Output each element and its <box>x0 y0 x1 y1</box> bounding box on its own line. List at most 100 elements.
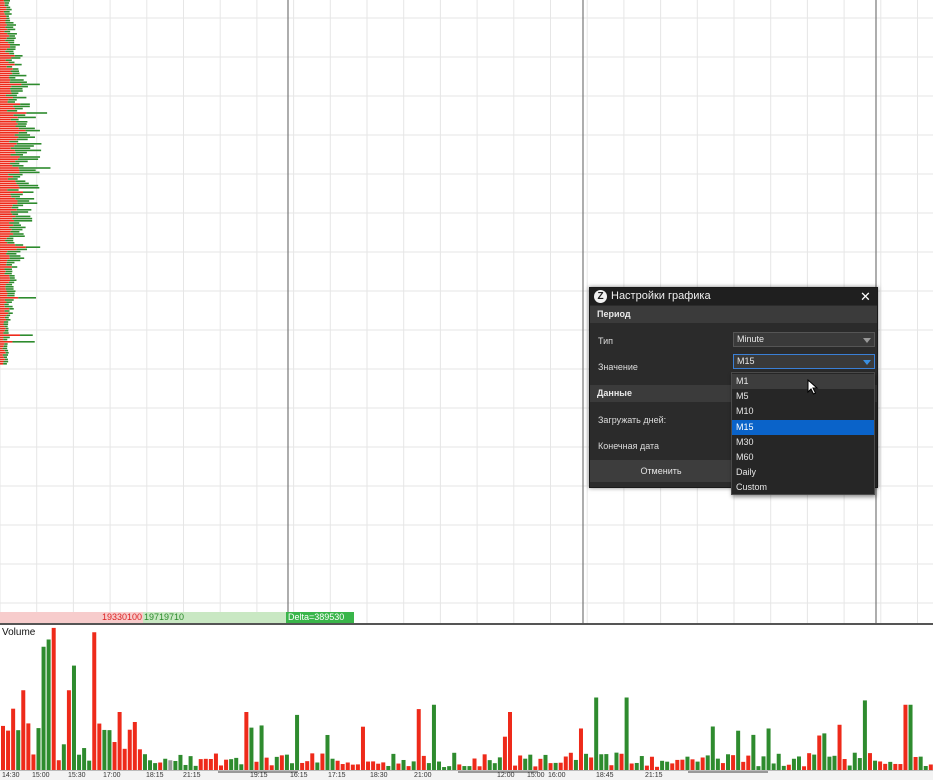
dropdown-option[interactable]: Daily <box>732 465 874 480</box>
profile-sell-bar <box>0 57 12 59</box>
volume-bar <box>578 728 583 770</box>
profile-sell-bar <box>0 358 5 361</box>
profile-buy-bar <box>10 79 24 81</box>
profile-buy-bar <box>18 167 51 169</box>
profile-buy-bar <box>9 35 15 37</box>
profile-sell-bar <box>0 112 27 114</box>
profile-buy-bar <box>15 151 27 154</box>
volume-bar <box>315 762 320 770</box>
profile-buy-bar <box>19 187 40 189</box>
profile-sell-bar <box>0 195 12 198</box>
volume-bar <box>168 760 173 770</box>
profile-buy-bar <box>9 44 20 46</box>
profile-sell-bar <box>0 224 14 226</box>
volume-bar <box>862 700 867 770</box>
profile-sell-bar <box>0 206 12 209</box>
profile-sell-bar <box>0 327 6 330</box>
profile-buy-bar <box>16 182 29 185</box>
volume-bar <box>274 756 279 770</box>
profile-buy-bar <box>19 169 36 171</box>
app-logo-icon: Z <box>594 290 607 303</box>
profile-buy-bar <box>4 268 12 270</box>
profile-buy-bar <box>19 171 40 174</box>
profile-buy-bar <box>10 279 17 281</box>
dialog-titlebar[interactable]: Z Настройки графика ✕ <box>590 288 877 305</box>
profile-sell-bar <box>0 81 10 83</box>
volume-bar <box>573 759 578 770</box>
profile-buy-bar <box>16 143 42 145</box>
dropdown-option[interactable]: Custom <box>732 480 874 495</box>
volume-bar <box>173 760 178 770</box>
profile-sell-bar <box>0 211 11 213</box>
profile-sell-bar <box>0 158 18 160</box>
volume-bar <box>604 754 609 770</box>
profile-buy-bar <box>11 57 21 59</box>
dropdown-option[interactable]: M5 <box>732 389 874 404</box>
profile-buy-bar <box>14 145 34 147</box>
profile-buy-bar <box>4 299 14 301</box>
dropdown-option[interactable]: M30 <box>732 435 874 450</box>
volume-bar <box>867 753 872 770</box>
volume-bar <box>695 761 700 770</box>
profile-sell-bar <box>0 138 17 141</box>
type-select[interactable]: Minute <box>733 332 875 347</box>
profile-buy-bar <box>10 90 23 92</box>
profile-buy-bar <box>12 213 19 215</box>
volume-bar <box>766 728 771 770</box>
type-label: Тип <box>598 336 614 346</box>
profile-buy-bar <box>3 345 8 347</box>
mouse-cursor-icon <box>807 379 819 395</box>
profile-sell-bar <box>0 264 7 266</box>
volume-bar <box>675 759 680 770</box>
volume-bar <box>117 712 122 770</box>
profile-buy-bar <box>14 220 33 222</box>
profile-sell-bar <box>0 336 4 339</box>
volume-bar <box>203 758 208 770</box>
volume-bar <box>97 723 102 770</box>
close-icon[interactable]: ✕ <box>859 289 872 304</box>
volume-bar <box>888 761 893 770</box>
profile-sell-bar <box>0 237 7 240</box>
profile-sell-bar <box>0 121 17 123</box>
volume-bar <box>107 730 112 770</box>
profile-buy-bar <box>3 11 10 13</box>
volume-bar <box>366 761 371 770</box>
profile-sell-bar <box>0 178 8 180</box>
profile-sell-bar <box>0 79 11 81</box>
dropdown-option[interactable]: M60 <box>732 450 874 465</box>
profile-buy-bar <box>5 19 11 22</box>
profile-buy-bar <box>16 121 28 123</box>
profile-sell-bar <box>0 160 16 163</box>
volume-bar <box>827 756 832 770</box>
profile-sell-bar <box>0 116 18 119</box>
value-select[interactable]: M15 <box>733 354 875 369</box>
profile-buy-bar <box>11 228 23 231</box>
volume-bar <box>487 760 492 770</box>
profile-buy-bar <box>17 200 30 202</box>
profile-buy-bar <box>3 0 10 2</box>
volume-panel[interactable]: Volume <box>0 625 933 770</box>
volume-bar <box>731 755 736 770</box>
volume-bar <box>568 752 573 770</box>
profile-buy-bar <box>8 312 13 314</box>
cancel-button[interactable]: Отменить <box>590 460 732 482</box>
dropdown-option[interactable]: M1 <box>732 374 874 390</box>
profile-sell-bar <box>0 6 7 9</box>
profile-sell-bar <box>0 354 3 356</box>
profile-sell-bar <box>0 209 17 211</box>
volume-bar <box>66 690 71 770</box>
volume-bar <box>832 755 837 770</box>
profile-sell-bar <box>0 286 6 288</box>
volume-bar <box>822 733 827 770</box>
volume-bar <box>401 759 406 770</box>
volume-bar <box>82 748 87 770</box>
profile-sell-bar <box>0 316 5 319</box>
profile-buy-bar <box>3 332 9 334</box>
profile-sell-bar <box>0 202 18 204</box>
volume-bar <box>852 752 857 770</box>
dropdown-option[interactable]: M10 <box>732 404 874 419</box>
volume-bar <box>300 762 305 770</box>
volume-bar <box>543 754 548 770</box>
dropdown-option[interactable]: M15 <box>732 419 874 435</box>
volume-bar <box>741 761 746 770</box>
